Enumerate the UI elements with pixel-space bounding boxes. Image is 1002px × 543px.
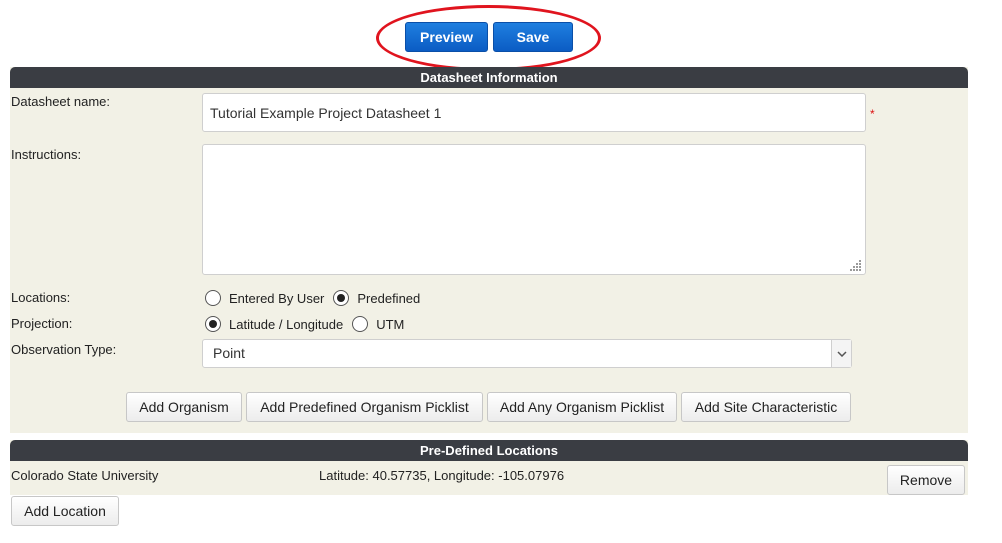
resize-grip-icon[interactable]	[848, 259, 862, 271]
location-coordinates: Latitude: 40.57735, Longitude: -105.0797…	[319, 468, 565, 483]
radio-latitude-longitude[interactable]	[205, 316, 221, 332]
radio-predefined[interactable]	[333, 290, 350, 306]
projection-label: Projection:	[11, 316, 73, 331]
required-mark: *	[870, 107, 875, 121]
projection-radio-group: Latitude / Longitude UTM	[205, 315, 413, 333]
instructions-textarea[interactable]	[202, 144, 866, 275]
add-site-characteristic-button[interactable]: Add Site Characteristic	[681, 392, 851, 422]
instructions-label: Instructions:	[11, 147, 82, 162]
observation-type-select[interactable]: Point	[202, 339, 852, 368]
locations-label: Locations:	[11, 290, 71, 305]
observation-type-label: Observation Type:	[11, 342, 117, 357]
radio-utm[interactable]	[352, 316, 369, 332]
panel-header: Datasheet Information	[10, 67, 968, 88]
radio-entered-by-user[interactable]	[205, 290, 221, 306]
add-location-button[interactable]: Add Location	[11, 496, 119, 526]
panel-header: Pre-Defined Locations	[10, 440, 968, 461]
location-name: Colorado State University	[11, 468, 159, 483]
top-actions: Preview Save	[405, 22, 573, 52]
remove-location-button[interactable]: Remove	[887, 465, 965, 495]
preview-button[interactable]: Preview	[405, 22, 488, 52]
chevron-down-icon[interactable]	[831, 340, 851, 367]
radio-label-predefined: Predefined	[357, 290, 421, 306]
table-row: Colorado State University Latitude: 40.5…	[10, 461, 968, 495]
locations-radio-group: Entered By User Predefined	[205, 289, 429, 307]
add-predefined-organism-picklist-button[interactable]: Add Predefined Organism Picklist	[246, 392, 483, 422]
radio-label-utm: UTM	[376, 316, 405, 332]
add-organism-button[interactable]: Add Organism	[126, 392, 242, 422]
datasheet-information-panel: Datasheet Information Datasheet name: * …	[10, 67, 968, 433]
save-button[interactable]: Save	[493, 22, 573, 52]
predefined-locations-panel: Pre-Defined Locations Colorado State Uni…	[10, 440, 968, 495]
datasheet-name-label: Datasheet name:	[11, 94, 111, 109]
radio-label-latitude-longitude: Latitude / Longitude	[229, 316, 344, 332]
add-any-organism-picklist-button[interactable]: Add Any Organism Picklist	[487, 392, 677, 422]
observation-type-value: Point	[213, 345, 245, 361]
datasheet-name-input[interactable]	[202, 93, 866, 132]
radio-label-entered-by-user: Entered By User	[229, 290, 325, 306]
